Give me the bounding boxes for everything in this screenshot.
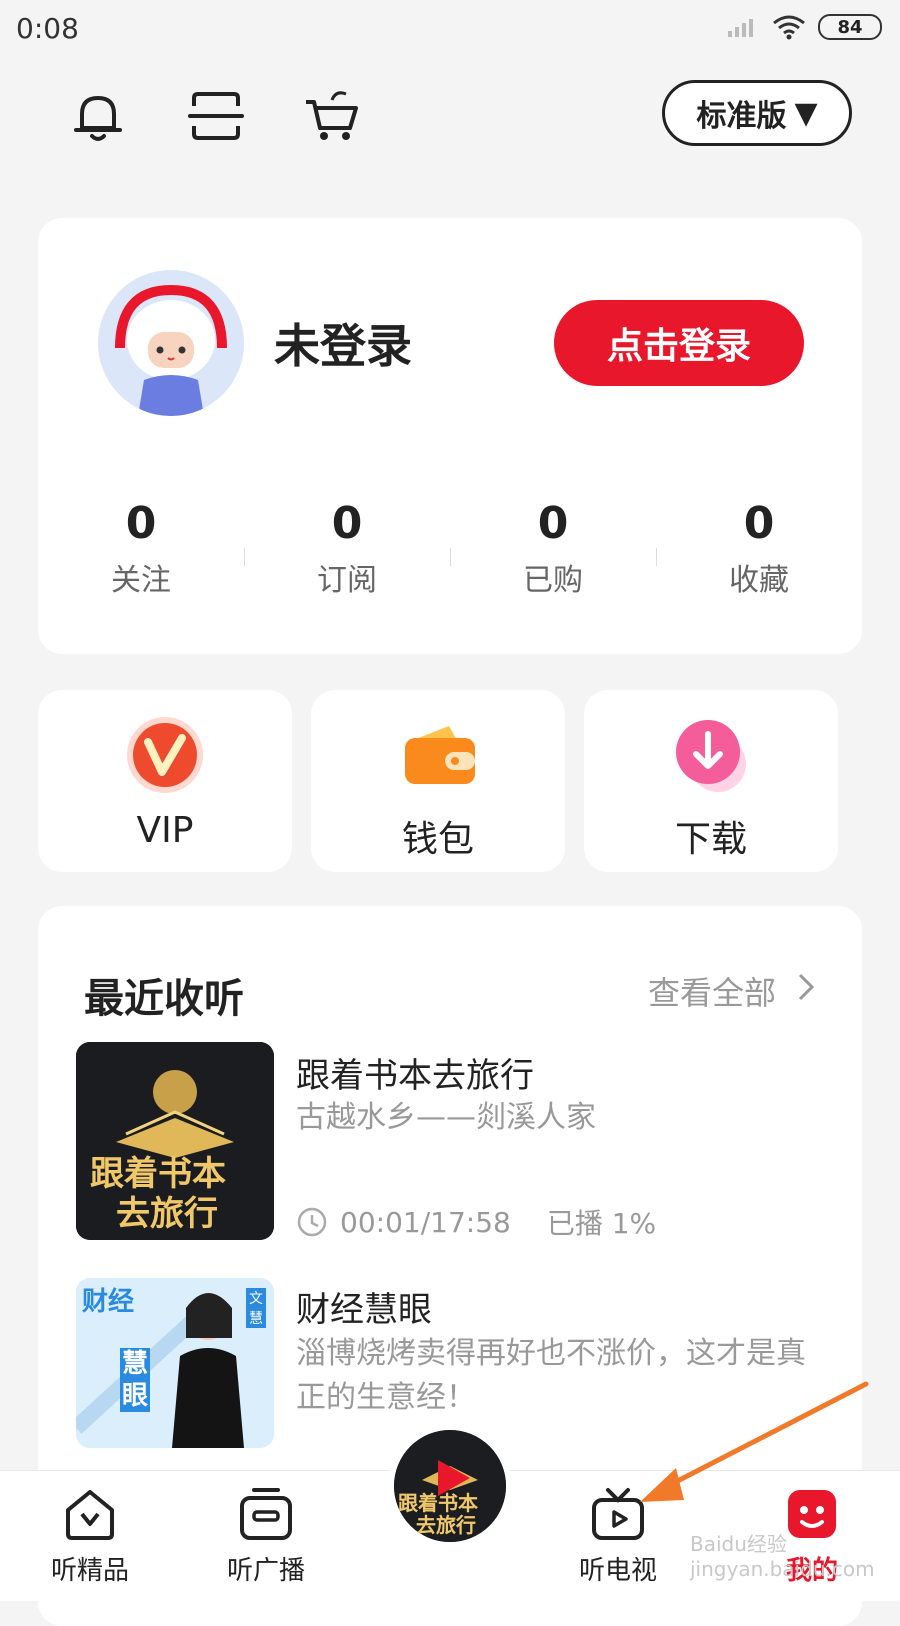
tab-tv[interactable]: 听电视: [558, 1484, 678, 1587]
vip-tile[interactable]: VIP: [38, 690, 292, 872]
tab-label: 听精品: [50, 1556, 129, 1586]
section-title: 最近收听: [84, 976, 244, 1022]
cover-text: 去旅行: [116, 1194, 218, 1234]
avatar[interactable]: [98, 270, 244, 416]
item-subtitle: 古越水乡——剡溪人家: [296, 1100, 596, 1135]
stat-favorites[interactable]: 0 收藏: [656, 498, 862, 599]
disc-text: 跟着书本: [398, 1491, 478, 1515]
login-button[interactable]: 点击登录: [554, 300, 804, 386]
stat-label: 关注: [111, 563, 171, 598]
cover-text: 财经: [82, 1287, 135, 1317]
home-icon: [66, 1490, 114, 1540]
cover-travel[interactable]: 跟着书本 去旅行: [76, 1042, 274, 1240]
stat-value: 0: [125, 498, 157, 549]
stat-value: 0: [743, 498, 775, 549]
clock-icon: [297, 1207, 327, 1237]
tab-radio[interactable]: 听广播: [206, 1484, 326, 1587]
cover-text: 跟着书本: [90, 1154, 226, 1194]
now-playing-disc[interactable]: 跟着书本 去旅行: [388, 1424, 512, 1548]
tab-label: 听电视: [578, 1556, 657, 1586]
disc-text: 去旅行: [416, 1513, 476, 1537]
triangle-down-icon: ▼: [794, 95, 818, 131]
cover-tag: 文慧: [246, 1288, 266, 1328]
scan-icon[interactable]: [186, 86, 246, 146]
tile-label: 钱包: [401, 819, 474, 860]
tab-label: 听广播: [226, 1556, 305, 1586]
stats-row: 0 关注 0 订阅 0 已购 0 收藏: [38, 498, 862, 599]
watermark: Baidu经验 jingyan.baidu.com: [690, 1532, 875, 1581]
progress-percent: 已播 1%: [546, 1207, 657, 1240]
cover-finance[interactable]: 财经 慧眼 文慧: [76, 1278, 274, 1448]
wallet-icon: [405, 726, 475, 784]
signal-icon: [728, 19, 753, 37]
stat-purchased[interactable]: 0 已购: [450, 498, 656, 599]
download-icon: [676, 720, 746, 792]
stat-value: 0: [331, 498, 363, 549]
stat-label: 已购: [523, 563, 583, 598]
tile-label: 下载: [674, 819, 747, 860]
battery-indicator: 84: [818, 14, 882, 40]
tile-label: VIP: [136, 810, 194, 851]
progress-time: 00:01/17:58: [340, 1205, 511, 1239]
edition-select-button[interactable]: 标准版 ▼: [662, 80, 852, 146]
view-all-label: 查看全部: [647, 974, 776, 1012]
mascot-avatar-icon: [98, 270, 244, 416]
stat-subscriptions[interactable]: 0 订阅: [244, 498, 450, 599]
cover-text: 慧眼: [120, 1348, 150, 1412]
stat-value: 0: [537, 498, 569, 549]
item-progress: 00:01/17:58 已播 1%: [296, 1202, 656, 1242]
tv-icon: [592, 1488, 644, 1540]
status-time: 0:08: [16, 12, 79, 45]
username: 未登录: [274, 319, 412, 373]
view-all-link[interactable]: 查看全部: [648, 968, 816, 1014]
status-icons: 84: [726, 14, 882, 40]
profile-card: 未登录 点击登录 0 关注 0 订阅 0 已购 0 收藏: [38, 218, 862, 654]
shopping-cart-icon[interactable]: [302, 86, 362, 146]
bell-icon[interactable]: [68, 86, 128, 146]
stat-label: 收藏: [729, 563, 789, 598]
edition-label: 标准版: [696, 99, 787, 134]
item-title[interactable]: 财经慧眼: [296, 1282, 432, 1331]
stat-following[interactable]: 0 关注: [38, 498, 244, 599]
item-title[interactable]: 跟着书本去旅行: [296, 1048, 534, 1097]
vip-icon: [127, 717, 203, 793]
item-subtitle: 淄博烧烤卖得再好也不涨价，这才是真正的生意经！: [296, 1336, 806, 1415]
tab-premium[interactable]: 听精品: [30, 1484, 150, 1587]
stat-label: 订阅: [317, 563, 377, 598]
radio-icon: [240, 1488, 292, 1540]
wallet-tile[interactable]: 钱包: [311, 690, 565, 872]
download-tile[interactable]: 下载: [584, 690, 838, 872]
wifi-icon: [773, 15, 805, 40]
chevron-right-icon: [796, 971, 816, 1011]
